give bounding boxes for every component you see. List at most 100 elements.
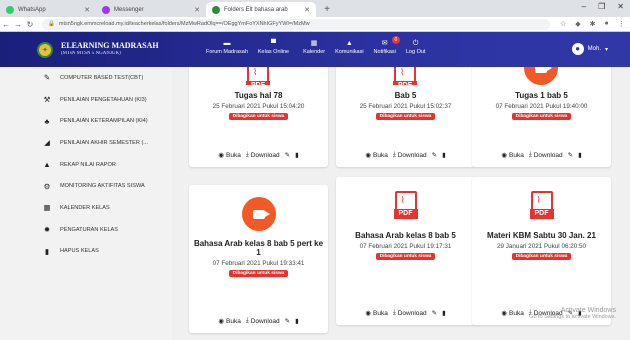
menu-logout[interactable]: ⏻ Log Out [406, 38, 426, 55]
watermark-title: Activate Windows [560, 307, 616, 314]
back-button[interactable]: ← [0, 20, 12, 29]
open-label: Buka [373, 151, 388, 159]
tab-messenger[interactable]: Messenger ✕ [96, 2, 206, 17]
brand[interactable]: ELEARNING MADRASAH (MTsN MTSN 5 NGANJUK) [61, 40, 159, 58]
delete-button[interactable]: ▮ [442, 151, 446, 159]
open-button[interactable]: ◉ Buka [501, 151, 524, 160]
close-window-button[interactable]: ✕ [617, 2, 624, 11]
file-title[interactable]: Bahasa Arab kelas 8 bab 5 pert ke 1 [189, 239, 328, 257]
open-button[interactable]: ◉ Buka [218, 317, 241, 326]
trash-icon: ▮ [295, 318, 299, 325]
download-button[interactable]: ⤓ Download [529, 151, 563, 159]
sidebar-item-monitoring[interactable]: ⚙ MONITORING AKTIFITAS SISWA [0, 175, 172, 197]
reload-button[interactable]: ↻ [24, 20, 36, 29]
menu-notifikasi[interactable]: ✉ 0 Notifikasi [373, 36, 400, 55]
menu-icon[interactable]: ⋮ [618, 20, 625, 28]
file-title[interactable]: Bab 5 [336, 91, 475, 100]
eye-icon: ◉ [501, 310, 507, 317]
sidebar-item-kalender[interactable]: ▦ KALENDER KELAS [0, 197, 172, 219]
notification-badge: 0 [391, 36, 400, 44]
file-actions: ◉ Buka ⤓ Download ✎ ▮ [189, 317, 328, 325]
star-icon[interactable]: ☆ [560, 20, 566, 28]
sidebar-item-ki3[interactable]: ⚒ PENILAIAN PENGETAHUAN (KI3) [0, 89, 172, 111]
menu-komunikasi[interactable]: ▲ Komunikasi [335, 38, 363, 55]
download-button[interactable]: ⤓ Download [246, 317, 280, 325]
file-title[interactable]: Tugas 1 bab 5 [472, 91, 611, 100]
forward-button[interactable]: → [12, 20, 24, 29]
menu-kelas-online[interactable]: ▀ Kelas Online [258, 38, 289, 55]
eye-icon: ◉ [365, 152, 371, 159]
close-icon[interactable]: ✕ [304, 6, 310, 14]
sidebar-item-hapus[interactable]: ▮ HAPUS KELAS [0, 241, 172, 263]
edit-button[interactable]: ✎ [568, 151, 573, 159]
forum-icon: ▬ [223, 40, 231, 47]
file-card: ⌇PDF Tugas hal 78 25 Februari 2021 Pukul… [189, 67, 328, 167]
site-title: ELEARNING MADRASAH [61, 40, 159, 50]
notification-icon: ✉ [381, 40, 388, 47]
user-menu[interactable]: ● Moh. ▾ [571, 43, 608, 55]
url-field[interactable]: 🔒 mtsn5ngk.emmcreload.my.id/teacherkelas… [42, 18, 550, 30]
new-tab-button[interactable]: + [320, 3, 334, 17]
sidebar-item-label: MONITORING AKTIFITAS SISWA [60, 183, 145, 190]
puzzle-icon[interactable]: ✱ [590, 20, 596, 28]
download-icon: ⤓ [245, 151, 249, 158]
menu-label: Notifikasi [373, 49, 396, 55]
file-date: 07 Februari 2021 Pukul 19:17:31 [359, 243, 452, 250]
tab-folders[interactable]: Folders Elt bahasa arab ✕ [206, 2, 316, 17]
edit-button[interactable]: ✎ [285, 317, 290, 325]
lock-icon: 🔒 [48, 21, 55, 27]
sidebar-item-cbt[interactable]: ✎ COMPUTER BASED TEST(CBT) [0, 67, 172, 89]
maximize-button[interactable]: ❐ [598, 2, 605, 11]
delete-button[interactable]: ▮ [578, 151, 582, 159]
file-actions: ◉ Buka ⤓ Download ✎ ▮ [472, 151, 611, 159]
logout-icon: ⏻ [412, 40, 419, 47]
open-button[interactable]: ◉ Buka [218, 151, 241, 160]
delete-button[interactable]: ▮ [295, 151, 299, 159]
open-button[interactable]: ◉ Buka [501, 309, 524, 318]
delete-button[interactable]: ▮ [442, 309, 446, 317]
profile-icon[interactable]: ● [605, 20, 609, 28]
open-button[interactable]: ◉ Buka [365, 309, 388, 318]
file-title[interactable]: Materi KBM Sabtu 30 Jan. 21 [472, 231, 611, 240]
edit-button[interactable]: ✎ [432, 151, 437, 159]
edit-icon: ✎ [284, 152, 291, 159]
open-label: Buka [226, 151, 241, 159]
close-icon[interactable]: ✕ [194, 6, 200, 14]
download-label: Download [533, 151, 563, 159]
file-actions: ◉ Buka ⤓ Download ✎ ▮ [189, 151, 328, 159]
pdf-icon: ⌇PDF [393, 67, 417, 85]
close-icon[interactable]: ✕ [84, 6, 90, 14]
download-button[interactable]: ⤓ Download [393, 309, 427, 317]
menu-forum[interactable]: ▬ Forum Madrasah [206, 38, 248, 55]
sidebar-item-rapor[interactable]: ▲ REKAP NILAI RAPOR [0, 154, 172, 176]
download-label: Download [250, 317, 280, 325]
minimize-button[interactable]: – [582, 2, 586, 11]
graduation-icon: ▲ [43, 160, 51, 170]
edit-icon: ✎ [431, 310, 438, 317]
chart-icon: ◢ [44, 138, 50, 148]
download-button[interactable]: ⤓ Download [246, 151, 280, 159]
menu-kalender[interactable]: ▦ Kalender [303, 38, 325, 55]
eye-icon: ◉ [501, 152, 507, 159]
download-button[interactable]: ⤓ Download [393, 151, 427, 159]
tab-whatsapp[interactable]: WhatsApp ✕ [0, 2, 96, 17]
edit-button[interactable]: ✎ [432, 309, 437, 317]
file-actions: ◉ Buka ⤓ Download ✎ ▮ [336, 309, 475, 317]
extension-icon[interactable]: ◆ [575, 20, 580, 28]
sidebar-item-label: REKAP NILAI RAPOR [60, 161, 116, 168]
menu-label: Kelas Online [257, 49, 290, 55]
file-title[interactable]: Bahasa Arab kelas 8 bab 5 [336, 231, 475, 240]
sidebar-item-pas[interactable]: ◢ PENILAIAN AKHIR SEMESTER (... [0, 132, 172, 154]
open-label: Buka [373, 309, 388, 317]
eye-icon: ◉ [218, 152, 224, 159]
file-title[interactable]: Tugas hal 78 [189, 91, 328, 100]
trash-icon: ▮ [44, 246, 50, 256]
delete-button[interactable]: ▮ [295, 317, 299, 325]
edit-button[interactable]: ✎ [285, 151, 290, 159]
bike-icon: ⚙ [43, 181, 51, 191]
file-actions: ◉ Buka ⤓ Download ✎ ▮ [336, 151, 475, 159]
file-date: 29 Januari 2021 Pukul 06:20:50 [497, 243, 586, 250]
sidebar-item-ki4[interactable]: ♣ PENILAIAN KETERAMPILAN (KI4) [0, 110, 172, 132]
sidebar-item-pengaturan[interactable]: ✹ PENGATURAN KELAS [0, 219, 172, 241]
open-button[interactable]: ◉ Buka [365, 151, 388, 160]
